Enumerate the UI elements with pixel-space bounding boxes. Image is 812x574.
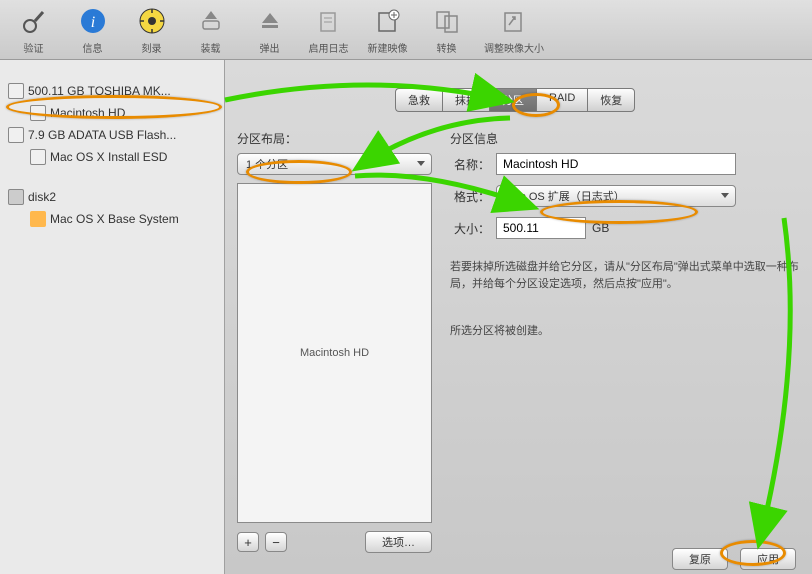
apply-button[interactable]: 应用 [740, 548, 796, 570]
help-text: 若要抹掉所选磁盘并给它分区，请从"分区布局"弹出式菜单中选取一种布局，并给每个分… [450, 259, 800, 292]
add-partition-button[interactable]: + [237, 532, 259, 552]
burn-icon [135, 4, 169, 38]
size-input[interactable] [496, 217, 586, 239]
disk-icon [30, 149, 46, 165]
format-label: 格式： [450, 188, 490, 205]
sidebar-item-macintosh-hd[interactable]: Macintosh HD [0, 102, 224, 124]
tb-convert[interactable]: 转换 [419, 4, 474, 55]
journal-icon [312, 4, 346, 38]
tb-resize[interactable]: 调整映像大小 [478, 4, 550, 55]
tab-erase[interactable]: 抹掉 [442, 88, 489, 112]
name-input[interactable] [496, 153, 736, 175]
sidebar-item-install-esd[interactable]: Mac OS X Install ESD [0, 146, 224, 168]
tb-verify[interactable]: 验证 [6, 4, 61, 55]
size-unit: GB [592, 221, 609, 235]
tab-bar: 急救 抹掉 分区 RAID 恢复 [395, 88, 635, 112]
sidebar-item-usb-flash[interactable]: 7.9 GB ADATA USB Flash... [0, 124, 224, 146]
info-icon: i [76, 4, 110, 38]
disk-icon [30, 105, 46, 121]
sidebar-item-label: disk2 [28, 190, 56, 204]
tb-eject[interactable]: 弹出 [242, 4, 297, 55]
diskimage-icon [8, 189, 24, 205]
tb-journal[interactable]: 启用日志 [301, 4, 356, 55]
sidebar-item-label: Mac OS X Install ESD [50, 150, 167, 164]
mount-icon [194, 4, 228, 38]
volume-icon [30, 211, 46, 227]
sidebar: 500.11 GB TOSHIBA MK... Macintosh HD 7.9… [0, 60, 225, 574]
tb-newimage[interactable]: 新建映像 [360, 4, 415, 55]
size-label: 大小： [450, 220, 490, 237]
svg-text:i: i [90, 14, 94, 31]
disk-icon [8, 127, 24, 143]
partition-canvas[interactable]: Macintosh HD [237, 183, 432, 523]
microscope-icon [17, 4, 51, 38]
remove-partition-button[interactable]: − [265, 532, 287, 552]
tab-raid[interactable]: RAID [536, 88, 587, 112]
options-button[interactable]: 选项… [365, 531, 432, 553]
info-title: 分区信息 [450, 130, 800, 147]
tb-info[interactable]: i 信息 [65, 4, 120, 55]
convert-icon [430, 4, 464, 38]
sidebar-item-label: 7.9 GB ADATA USB Flash... [28, 128, 176, 142]
status-text: 所选分区将被创建。 [450, 322, 800, 338]
eject-icon [253, 4, 287, 38]
toolbar: 验证 i 信息 刻录 装载 弹出 启用日志 新建映像 转换 调整映像大小 [0, 0, 812, 60]
tb-burn[interactable]: 刻录 [124, 4, 179, 55]
format-dropdown[interactable]: Mac OS 扩展（日志式） [496, 185, 736, 207]
layout-dropdown[interactable]: 1 个分区 [237, 153, 432, 175]
partition-label: Macintosh HD [300, 347, 369, 359]
sidebar-item-disk2[interactable]: disk2 [0, 186, 224, 208]
sidebar-item-label: Macintosh HD [50, 106, 125, 120]
sidebar-item-label: Mac OS X Base System [50, 212, 179, 226]
tab-first-aid[interactable]: 急救 [395, 88, 442, 112]
resize-icon [497, 4, 531, 38]
sidebar-item-disk-toshiba[interactable]: 500.11 GB TOSHIBA MK... [0, 80, 224, 102]
revert-button[interactable]: 复原 [672, 548, 728, 570]
tab-partition[interactable]: 分区 [489, 88, 536, 112]
disk-icon [8, 83, 24, 99]
tab-restore[interactable]: 恢复 [587, 88, 635, 112]
layout-title: 分区布局： [237, 130, 432, 147]
content-panel: 急救 抹掉 分区 RAID 恢复 分区布局： 1 个分区 Macintosh H… [225, 60, 812, 574]
tb-mount[interactable]: 装载 [183, 4, 238, 55]
newimage-icon [371, 4, 405, 38]
sidebar-item-label: 500.11 GB TOSHIBA MK... [28, 84, 171, 98]
name-label: 名称： [450, 156, 490, 173]
sidebar-item-base-system[interactable]: Mac OS X Base System [0, 208, 224, 230]
